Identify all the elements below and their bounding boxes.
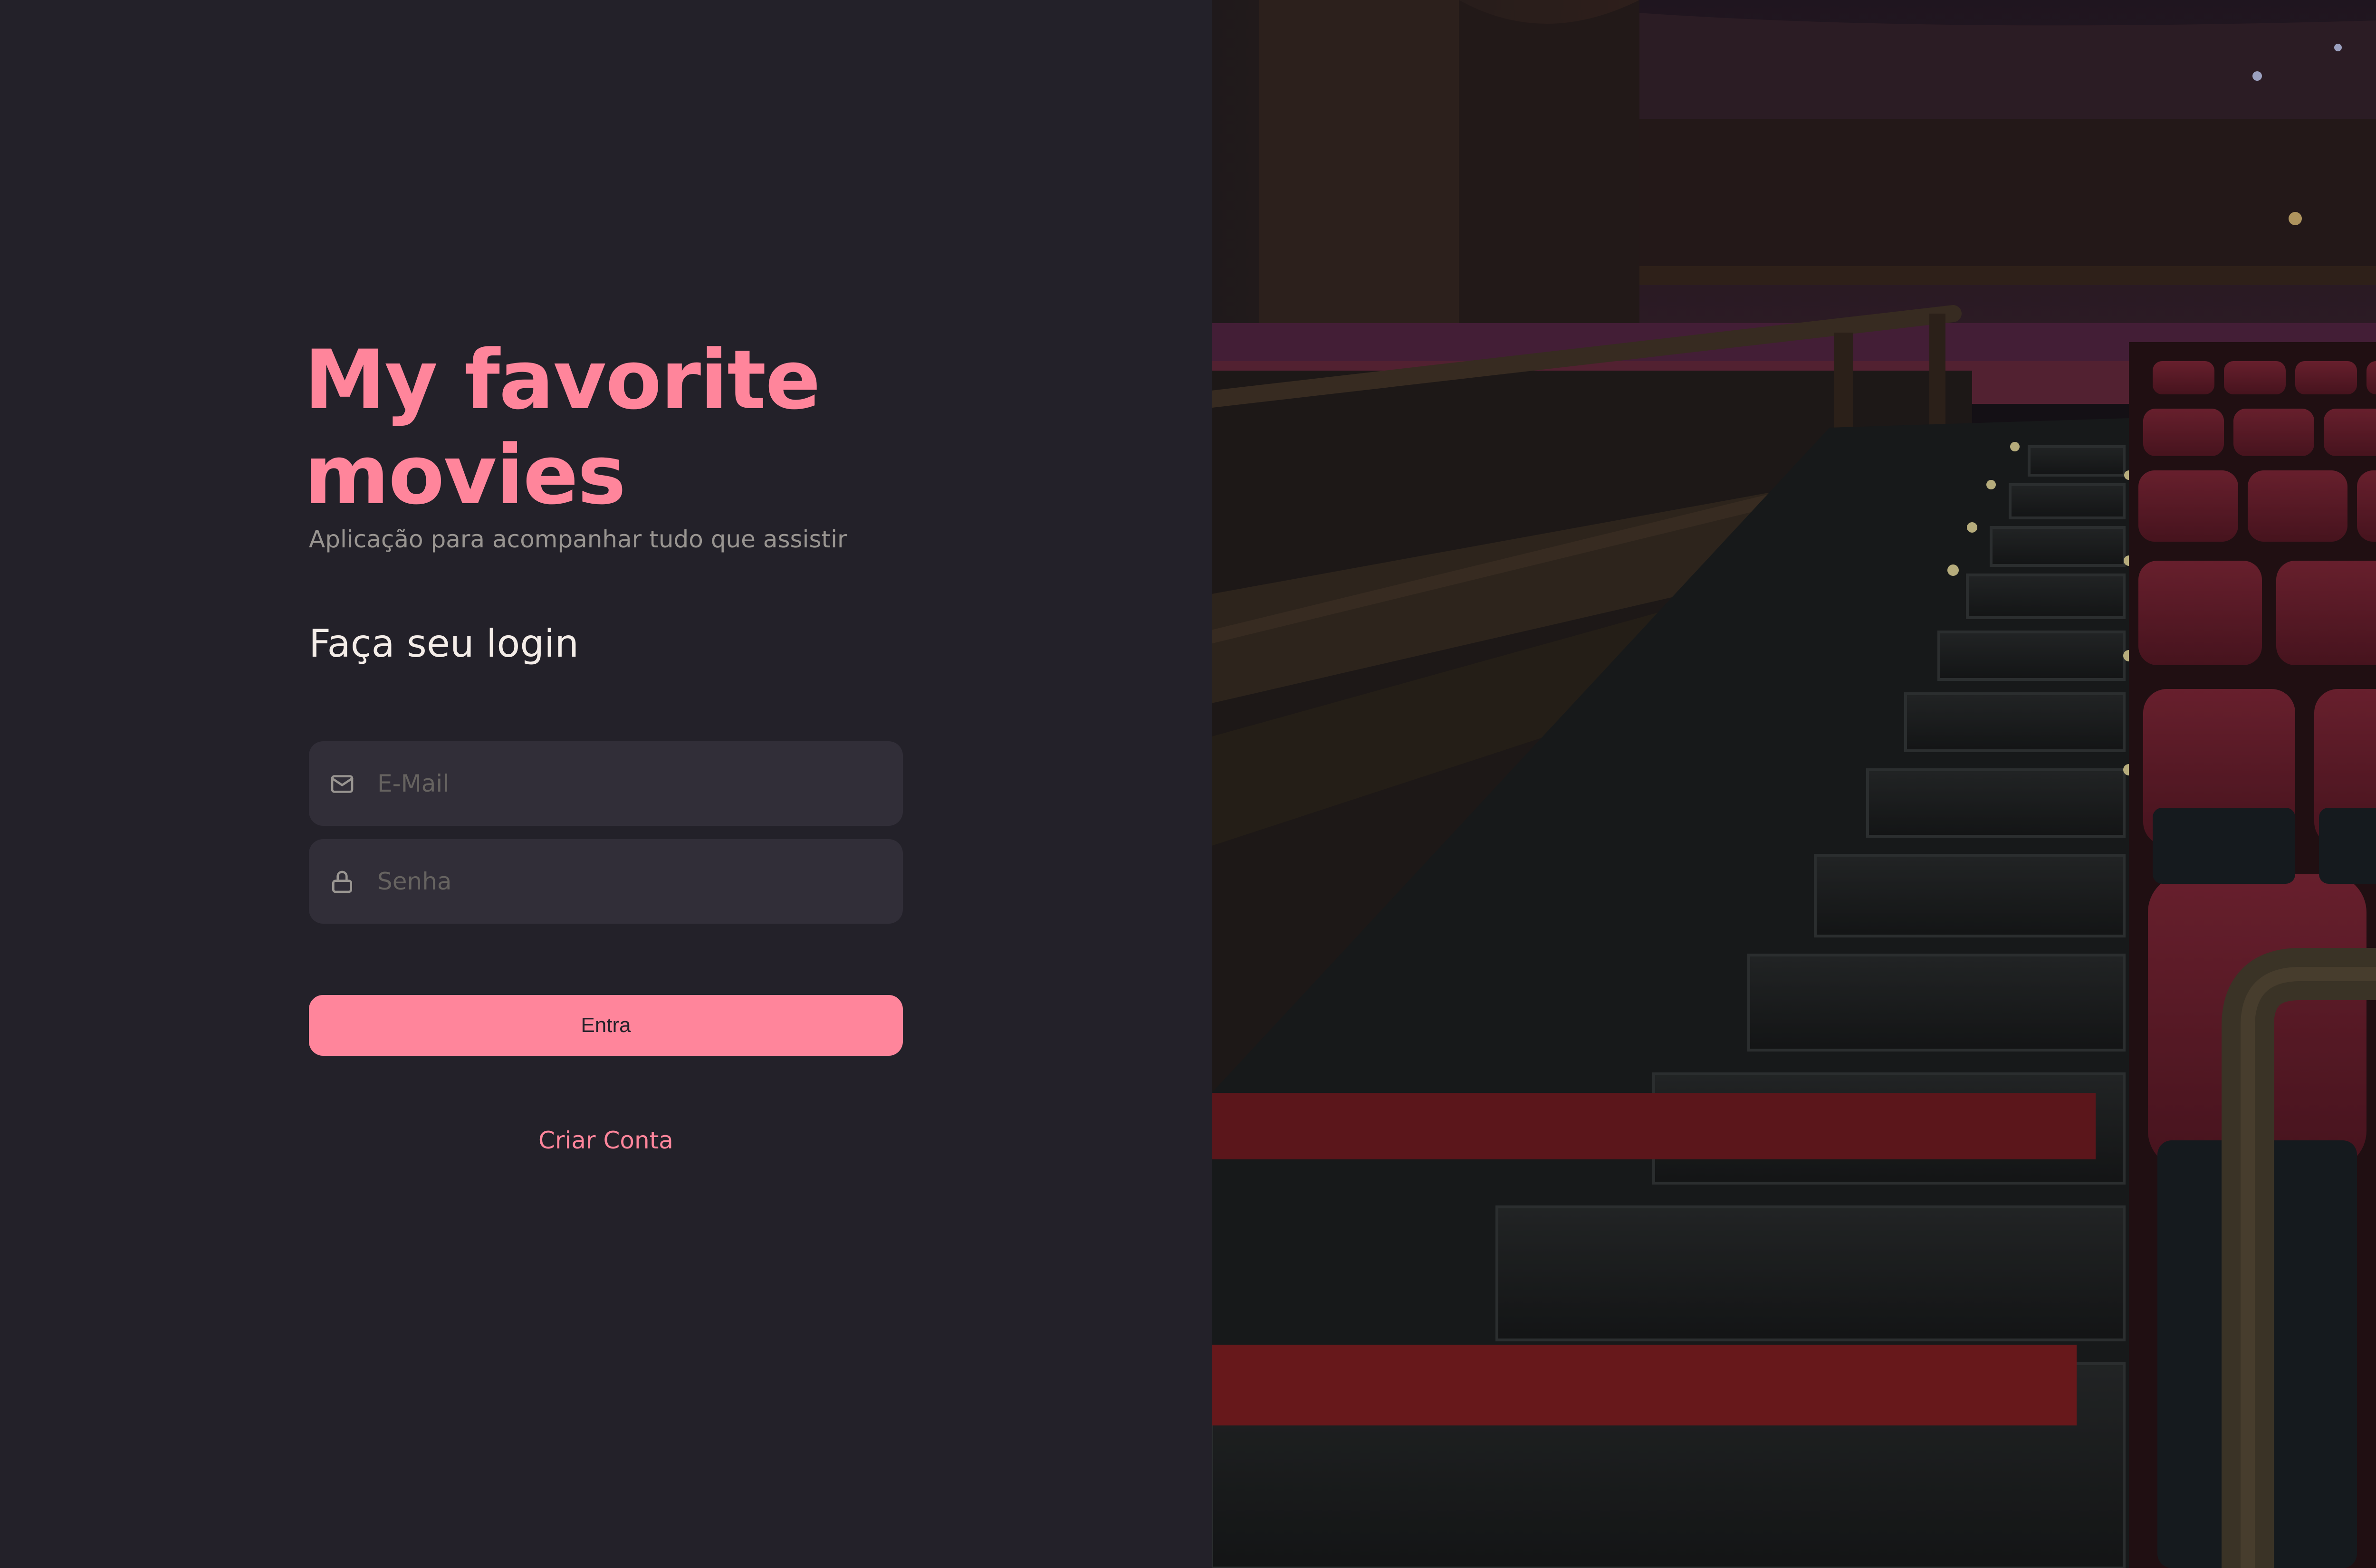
create-account-link[interactable]: Criar Conta: [309, 1124, 903, 1157]
login-panel: My favorite movies Aplicação para acompa…: [0, 0, 1212, 1568]
lock-icon: [328, 868, 356, 896]
background-image: [1212, 0, 2376, 1568]
email-input[interactable]: [377, 741, 881, 826]
app-title: My favorite movies: [304, 332, 821, 523]
password-field[interactable]: [309, 839, 903, 924]
app-subtitle: Aplicação para acompanhar tudo que assis…: [309, 526, 847, 553]
mail-icon: [328, 770, 356, 798]
login-heading: Faça seu login: [309, 621, 579, 666]
submit-button[interactable]: Entra: [309, 995, 903, 1056]
cinema-illustration: [1212, 0, 2376, 1568]
login-page: My favorite movies Aplicação para acompa…: [0, 0, 2376, 1568]
email-field[interactable]: [309, 741, 903, 826]
password-input[interactable]: [377, 839, 881, 924]
